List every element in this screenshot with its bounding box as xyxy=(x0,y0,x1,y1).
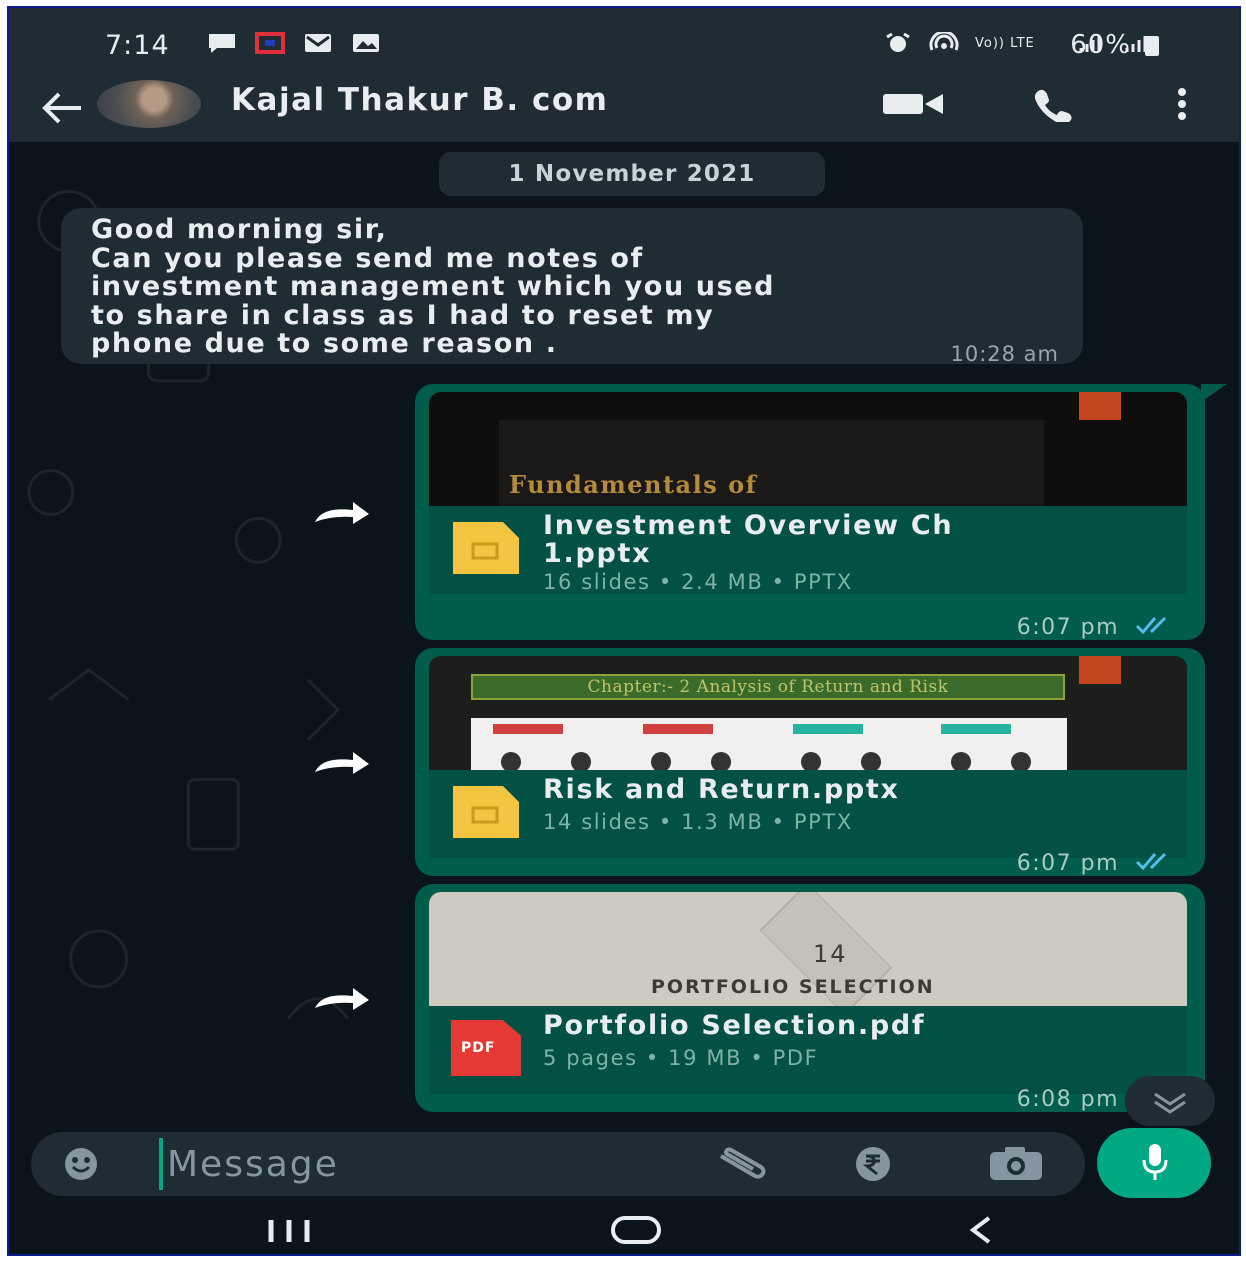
system-nav-bar xyxy=(9,1204,1239,1254)
read-ticks-icon xyxy=(1135,616,1167,634)
file-message[interactable]: Fundamentals of Investment Overview Ch 1… xyxy=(415,384,1227,640)
voice-message-button[interactable] xyxy=(1097,1128,1211,1198)
status-bar: 7:14 Vo)) LTE 60% xyxy=(9,8,1239,80)
hotspot-icon xyxy=(929,32,959,51)
slide-accent xyxy=(1079,392,1121,420)
incoming-message-text: Good morning sir, Can you please send me… xyxy=(91,214,776,359)
gallery-notification-icon xyxy=(353,34,379,52)
forward-icon[interactable] xyxy=(311,748,373,774)
video-call-icon[interactable] xyxy=(881,92,945,116)
slides-file-icon xyxy=(453,522,519,574)
file-meta: 5 pages • 19 MB • PDF xyxy=(543,1046,819,1070)
voice-call-icon[interactable] xyxy=(1031,86,1081,122)
bubble-tail xyxy=(1201,384,1227,402)
app-notification-icon xyxy=(255,32,285,54)
battery-percent: 60% xyxy=(1070,30,1131,60)
message-input[interactable] xyxy=(159,1138,669,1190)
pdf-icon-label: PDF xyxy=(461,1040,496,1056)
mail-notification-icon xyxy=(305,34,331,52)
scroll-to-bottom-button[interactable] xyxy=(1125,1076,1215,1126)
message-time: 6:07 pm xyxy=(1016,615,1119,640)
incoming-message[interactable]: Good morning sir, Can you please send me… xyxy=(61,208,1083,366)
slide-graphic xyxy=(493,724,1031,770)
microphone-icon xyxy=(1142,1144,1168,1180)
file-message[interactable]: 14 PORTFOLIO SELECTION PDF Portfolio Sel… xyxy=(415,884,1205,1112)
pdf-file-icon: PDF xyxy=(451,1020,521,1076)
slides-file-icon xyxy=(453,786,519,838)
incoming-message-time: 10:28 am xyxy=(950,342,1059,366)
slide-accent xyxy=(1079,656,1121,684)
message-time: 6:07 pm xyxy=(1016,851,1119,876)
file-meta: 16 slides • 2.4 MB • PPTX xyxy=(543,570,853,594)
chat-header: Kajal Thakur B. com xyxy=(9,80,1239,142)
contact-name[interactable]: Kajal Thakur B. com xyxy=(231,82,608,118)
file-info-row[interactable]: Risk and Return.pptx 14 slides • 1.3 MB … xyxy=(429,770,1187,858)
more-options-icon[interactable] xyxy=(1175,86,1189,122)
home-icon[interactable] xyxy=(609,1214,663,1246)
battery-icon xyxy=(1145,36,1159,56)
preview-title: Fundamentals of xyxy=(509,470,758,499)
nav-back-icon[interactable] xyxy=(965,1214,997,1246)
file-info-row[interactable]: Investment Overview Ch 1.pptx 16 slides … xyxy=(429,506,1187,594)
camera-icon[interactable] xyxy=(987,1146,1045,1182)
message-notification-icon xyxy=(209,34,235,53)
preview-number: 14 xyxy=(813,940,848,968)
slide-thumbnail xyxy=(471,718,1067,770)
file-name: Risk and Return.pptx xyxy=(543,774,900,805)
alarm-icon xyxy=(886,32,910,52)
date-chip: 1 November 2021 xyxy=(439,152,825,196)
preview-title: Chapter:- 2 Analysis of Return and Risk xyxy=(471,674,1065,700)
volte-label: Vo)) LTE xyxy=(975,35,1035,51)
message-composer xyxy=(31,1132,1085,1196)
file-meta: 14 slides • 1.3 MB • PPTX xyxy=(543,810,853,834)
back-arrow-icon[interactable] xyxy=(37,88,87,128)
message-time: 6:08 pm xyxy=(1016,1087,1119,1112)
payment-rupee-icon[interactable] xyxy=(855,1146,891,1182)
phone-screen: 7:14 Vo)) LTE 60% Kajal Thakur B. com 1 … xyxy=(7,6,1241,1256)
status-time: 7:14 xyxy=(105,30,170,61)
emoji-icon[interactable] xyxy=(63,1146,99,1182)
forward-icon[interactable] xyxy=(311,498,373,524)
file-preview[interactable]: Fundamentals of xyxy=(429,392,1187,506)
contact-avatar[interactable] xyxy=(97,80,201,128)
preview-title: PORTFOLIO SELECTION xyxy=(651,976,935,998)
file-message[interactable]: Chapter:- 2 Analysis of Return and Risk … xyxy=(415,648,1205,876)
chevron-down-icon xyxy=(1154,1092,1186,1114)
file-name: Investment Overview Ch 1.pptx xyxy=(543,510,954,569)
file-info-row[interactable]: PDF Portfolio Selection.pdf 5 pages • 19… xyxy=(429,1006,1187,1094)
notification-icons xyxy=(207,32,381,54)
forward-icon[interactable] xyxy=(311,984,373,1010)
file-name: Portfolio Selection.pdf xyxy=(543,1010,926,1041)
read-ticks-icon xyxy=(1135,852,1167,870)
file-preview[interactable]: Chapter:- 2 Analysis of Return and Risk xyxy=(429,656,1187,770)
attach-icon[interactable] xyxy=(715,1146,779,1182)
file-preview[interactable]: 14 PORTFOLIO SELECTION xyxy=(429,892,1187,1006)
recent-apps-icon[interactable] xyxy=(263,1216,315,1246)
